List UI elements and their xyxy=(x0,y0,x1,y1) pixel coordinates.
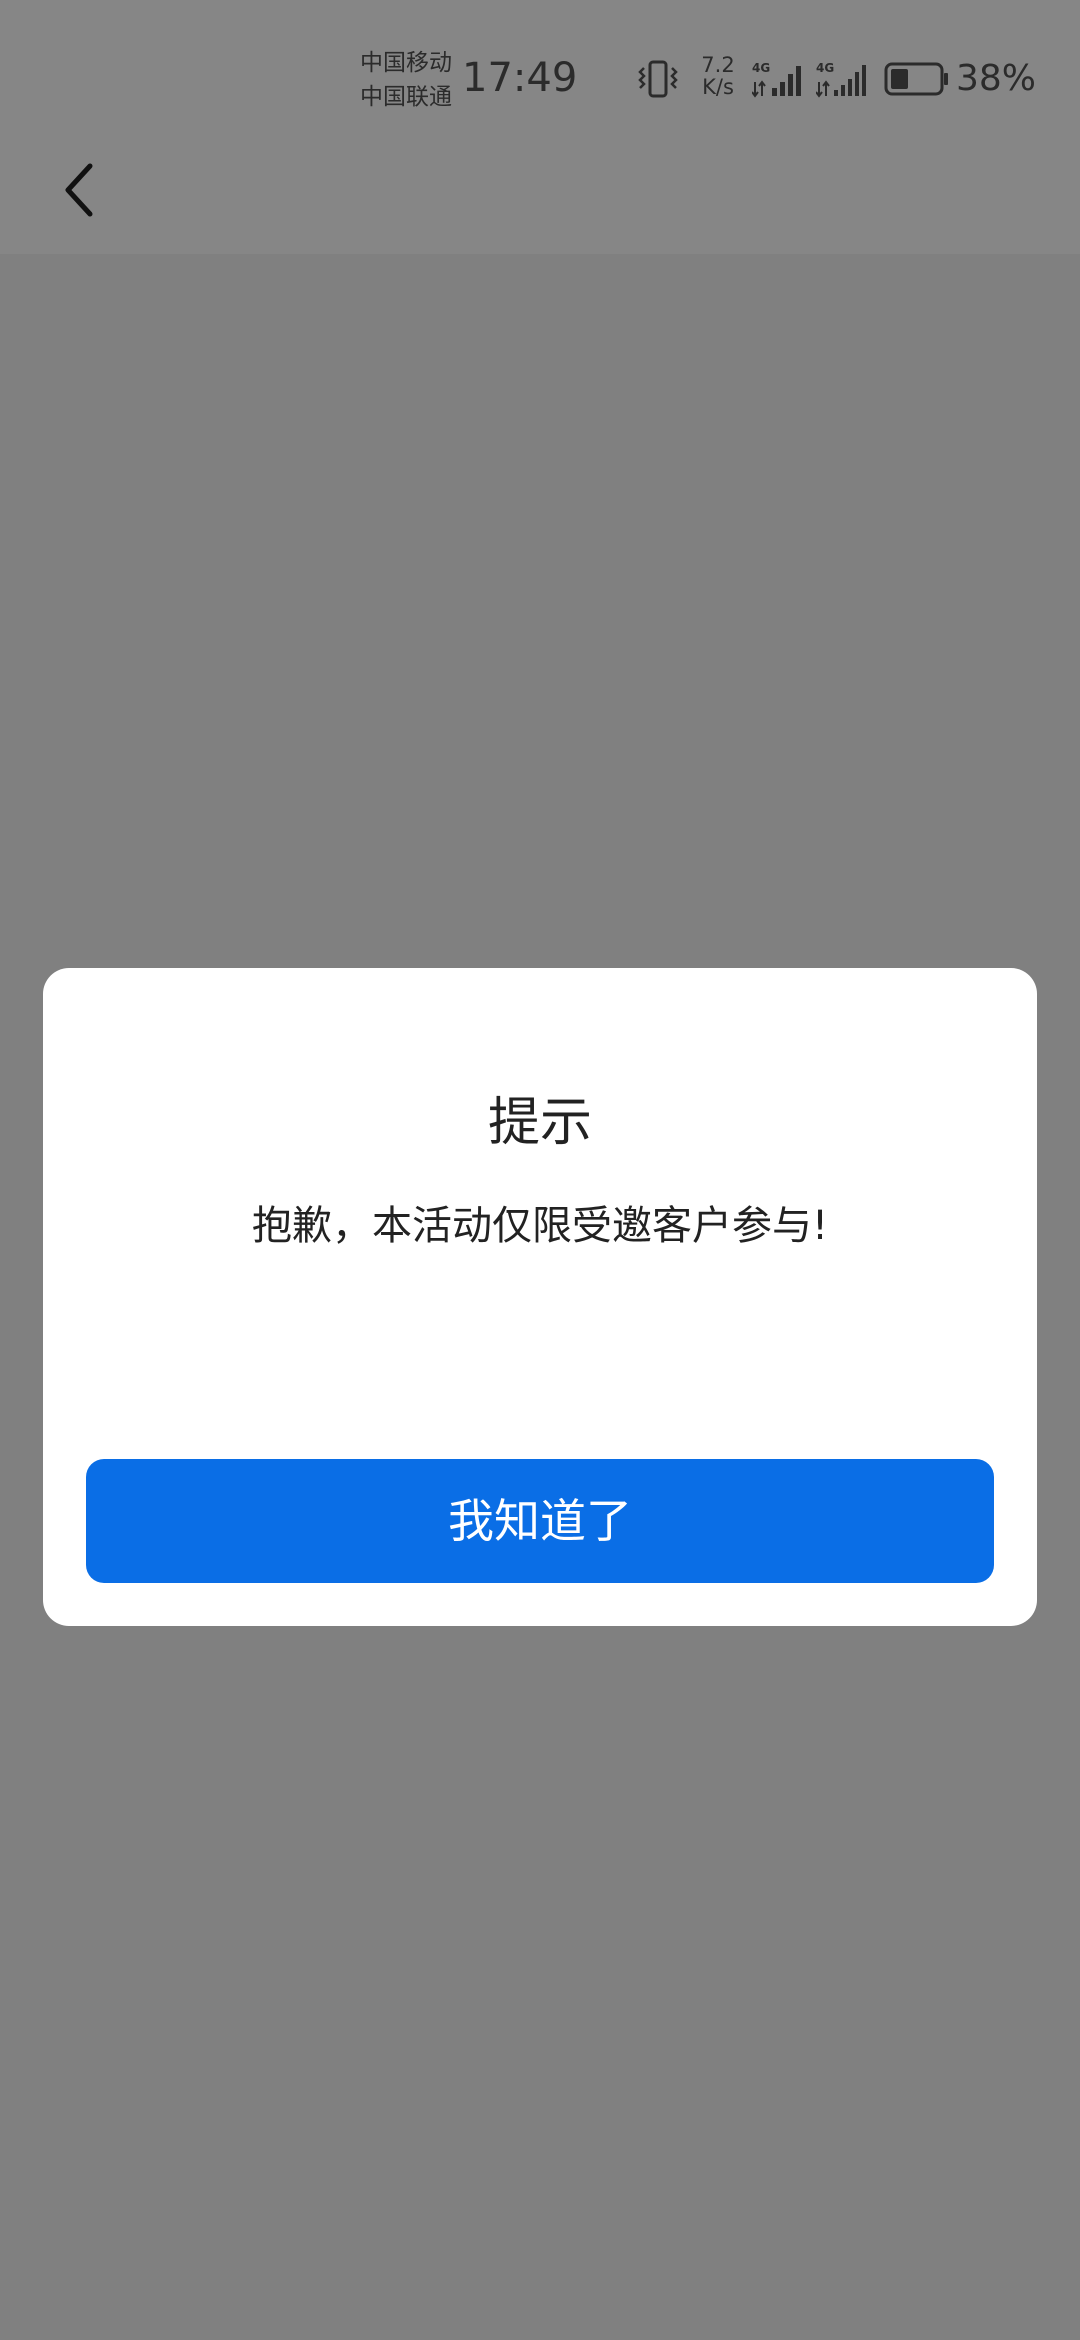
confirm-button[interactable]: 我知道了 xyxy=(86,1459,994,1583)
carrier-2-label: 中国联通 xyxy=(360,84,452,110)
signal-2-label: 4G xyxy=(816,61,834,75)
battery-icon xyxy=(884,62,948,96)
notice-dialog: 提示 抱歉，本活动仅限受邀客户参与! 我知道了 xyxy=(43,968,1037,1626)
network-speed-unit: K/s xyxy=(702,75,734,99)
network-speed: 7.2 K/s xyxy=(696,54,740,98)
network-speed-value: 7.2 xyxy=(701,53,735,77)
vibrate-icon xyxy=(638,60,678,98)
signal-icon: 4G xyxy=(816,61,866,98)
chevron-left-icon[interactable] xyxy=(56,160,106,220)
battery-percent: 38% xyxy=(956,58,1037,99)
signal-1-label: 4G xyxy=(752,61,770,75)
battery-level-fill xyxy=(891,69,908,89)
top-nav-bar xyxy=(0,120,1080,254)
signal-icon: 4G xyxy=(752,61,801,98)
carrier-1-label: 中国移动 xyxy=(360,50,452,76)
status-time: 17:49 xyxy=(462,55,578,101)
dialog-message: 抱歉，本活动仅限受邀客户参与! xyxy=(251,1203,829,1249)
dialog-title: 提示 xyxy=(487,1093,592,1153)
carrier-info: 中国移动 中国联通 xyxy=(360,46,452,114)
